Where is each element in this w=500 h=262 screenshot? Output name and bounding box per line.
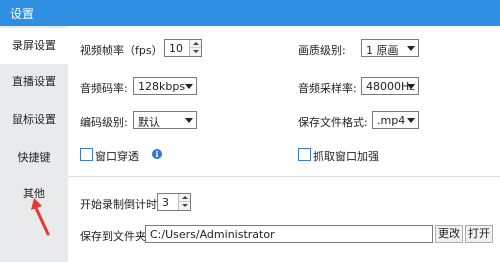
sidebar-item-live[interactable]: 直播设置 bbox=[0, 64, 68, 100]
sample-rate-dropdown[interactable]: 48000Hz bbox=[361, 77, 419, 95]
change-folder-button[interactable]: 更改 bbox=[435, 225, 463, 243]
encode-level-label: 编码级别: bbox=[80, 116, 128, 129]
format-dropdown[interactable]: .mp4 bbox=[372, 111, 419, 129]
sidebar-item-shortcuts[interactable]: 快捷键 bbox=[0, 140, 68, 176]
chevron-down-icon bbox=[185, 118, 193, 123]
audio-bitrate-value: 128kbps bbox=[138, 80, 186, 93]
fps-spin-buttons[interactable] bbox=[189, 40, 201, 56]
sidebar-item-mouse[interactable]: 鼠标设置 bbox=[0, 102, 68, 138]
spin-down-icon[interactable] bbox=[190, 48, 201, 56]
audio-bitrate-label: 音频码率: bbox=[80, 82, 128, 95]
save-folder-input[interactable]: C:/Users/Administrator bbox=[145, 225, 433, 243]
spin-down-icon[interactable] bbox=[179, 202, 190, 210]
sidebar-item-recording[interactable]: 录屏设置 bbox=[0, 28, 68, 64]
countdown-label: 开始录制倒计时: bbox=[80, 198, 161, 211]
window-title: 设置 bbox=[10, 7, 35, 21]
countdown-spin-buttons[interactable] bbox=[178, 194, 190, 210]
settings-panel: 视频帧率（fps）: 10 画质级别: 1 原画 音频码率: 128kbps 音… bbox=[68, 26, 500, 262]
annotation-arrow bbox=[31, 198, 50, 236]
info-icon[interactable]: i bbox=[152, 149, 162, 159]
chevron-down-icon bbox=[407, 46, 415, 51]
sample-rate-label: 音频采样率: bbox=[298, 82, 357, 95]
spin-up-icon[interactable] bbox=[190, 40, 201, 48]
countdown-value: 3 bbox=[162, 196, 169, 209]
fps-label: 视频帧率（fps）: bbox=[80, 44, 167, 57]
fps-value: 10 bbox=[169, 42, 183, 55]
quality-dropdown[interactable]: 1 原画 bbox=[361, 39, 419, 57]
encode-level-value: 默认 bbox=[138, 116, 160, 129]
capture-enhance-checkbox[interactable] bbox=[298, 148, 311, 161]
spin-up-icon[interactable] bbox=[179, 194, 190, 202]
chevron-down-icon bbox=[407, 84, 415, 89]
fps-stepper[interactable]: 10 bbox=[164, 39, 202, 57]
countdown-stepper[interactable]: 3 bbox=[157, 193, 191, 211]
format-label: 保存文件格式: bbox=[298, 116, 368, 129]
encode-level-dropdown[interactable]: 默认 bbox=[133, 111, 197, 129]
title-bar: 设置 bbox=[0, 0, 500, 26]
save-folder-value: C:/Users/Administrator bbox=[150, 228, 275, 241]
window-through-checkbox[interactable] bbox=[80, 148, 93, 161]
open-folder-button[interactable]: 打开 bbox=[465, 225, 493, 243]
divider bbox=[68, 176, 500, 177]
audio-bitrate-dropdown[interactable]: 128kbps bbox=[133, 77, 197, 95]
chevron-down-icon bbox=[185, 84, 193, 89]
chevron-down-icon bbox=[407, 118, 415, 123]
quality-value: 1 原画 bbox=[366, 44, 399, 57]
save-folder-label: 保存到文件夹: bbox=[80, 230, 150, 243]
capture-enhance-label: 抓取窗口加强 bbox=[313, 150, 379, 163]
format-value: .mp4 bbox=[377, 114, 406, 127]
quality-label: 画质级别: bbox=[298, 44, 346, 57]
window-through-label: 窗口穿透 bbox=[95, 150, 139, 163]
